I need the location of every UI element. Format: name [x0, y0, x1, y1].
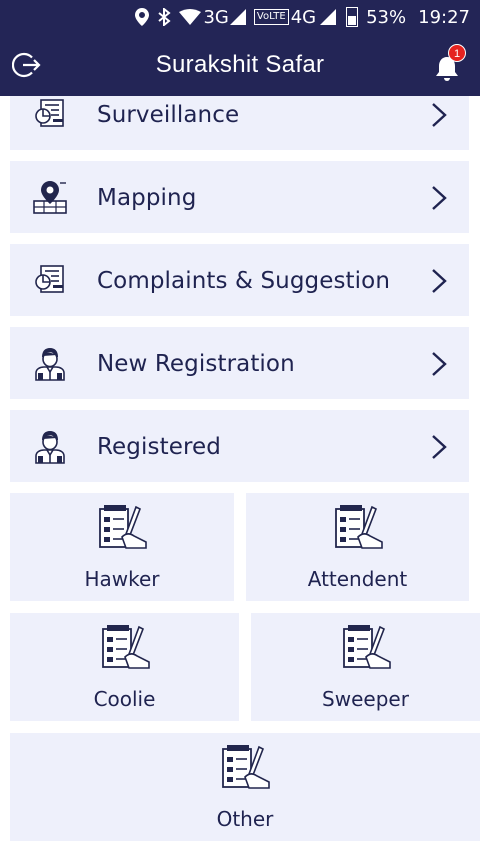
- menu-label-complaints: Complaints & Suggestion: [97, 268, 391, 294]
- menu-item-new-registration[interactable]: New Registration: [10, 327, 469, 399]
- signal-icon-2: [320, 9, 337, 25]
- status-bar: 3G VoLTE 4G 53% 19:27: [0, 0, 480, 34]
- location-icon: [135, 8, 150, 26]
- tile-label-attendent: Attendent: [307, 567, 408, 591]
- tile-sweeper[interactable]: Sweeper: [251, 613, 480, 721]
- tile-attendent[interactable]: Attendent: [246, 493, 469, 601]
- volte-badge: VoLTE: [253, 9, 289, 25]
- clipboard-chart-icon: [32, 96, 68, 132]
- signal-icon-1: [229, 9, 246, 25]
- menu-label-mapping: Mapping: [97, 185, 197, 211]
- map-pin-icon: [32, 179, 68, 215]
- checklist-icon: [219, 743, 271, 793]
- menu-item-mapping[interactable]: Mapping: [10, 161, 469, 233]
- menu-label-surveillance: Surveillance: [97, 102, 240, 128]
- chevron-right-icon: [431, 434, 447, 460]
- battery-icon: [346, 7, 359, 27]
- app-title: Surakshit Safar: [155, 51, 325, 78]
- tile-label-other: Other: [216, 807, 274, 831]
- network-4g-label: 4G: [290, 6, 317, 28]
- checklist-icon: [96, 503, 148, 553]
- chevron-right-icon: [431, 351, 447, 377]
- notification-badge: 1: [448, 44, 466, 62]
- bluetooth-icon: [157, 8, 172, 26]
- person-icon: [32, 428, 68, 464]
- tile-other[interactable]: Other: [10, 733, 480, 841]
- chevron-right-icon: [431, 185, 447, 211]
- tile-coolie[interactable]: Coolie: [10, 613, 239, 721]
- tile-label-coolie: Coolie: [93, 687, 156, 711]
- tile-hawker[interactable]: Hawker: [10, 493, 234, 601]
- menu-item-registered[interactable]: Registered: [10, 410, 469, 482]
- clock: 19:27: [418, 6, 470, 28]
- network-3g-label: 3G: [203, 6, 229, 28]
- tile-label-hawker: Hawker: [84, 567, 160, 591]
- person-icon: [32, 345, 68, 381]
- menu-label-registered: Registered: [97, 434, 221, 460]
- wifi-icon: [179, 9, 202, 25]
- chevron-right-icon: [431, 102, 447, 128]
- battery-percent: 53%: [366, 6, 407, 28]
- clipboard-chart-icon: [32, 262, 68, 298]
- checklist-icon: [99, 623, 151, 673]
- notification-button[interactable]: 1: [432, 44, 466, 84]
- checklist-icon: [332, 503, 384, 553]
- tile-label-sweeper: Sweeper: [322, 687, 409, 711]
- menu-item-complaints[interactable]: Complaints & Suggestion: [10, 244, 469, 316]
- app-bar-overlay: Surakshit Safar 1: [0, 34, 480, 96]
- checklist-icon: [340, 623, 392, 673]
- menu-label-new-registration: New Registration: [97, 351, 295, 377]
- chevron-right-icon: [431, 268, 447, 294]
